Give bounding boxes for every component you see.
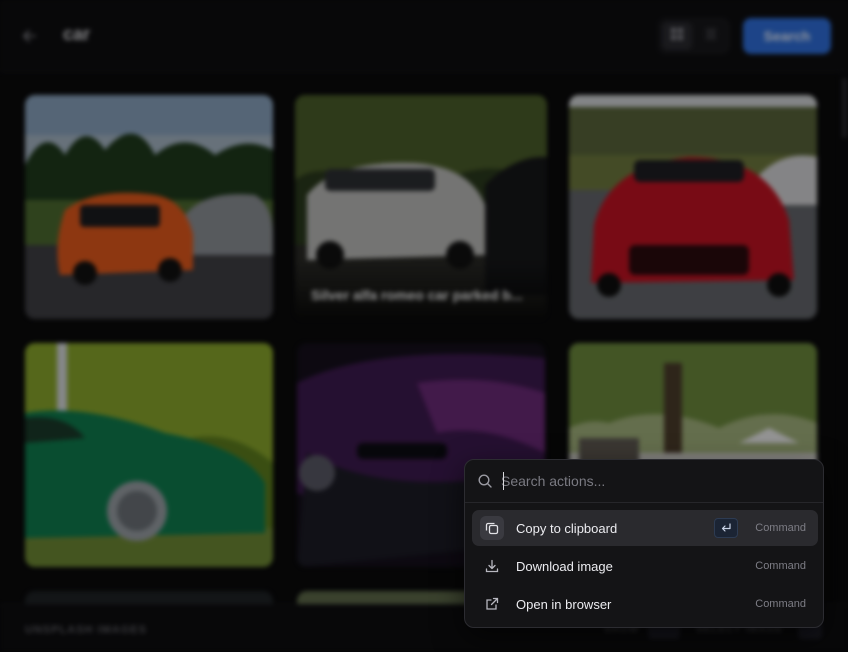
external-link-icon xyxy=(480,592,504,616)
action-open-in-browser[interactable]: Open in browser Command xyxy=(472,586,818,622)
search-actions-input[interactable] xyxy=(501,469,801,493)
copy-icon xyxy=(480,516,504,540)
text-caret xyxy=(503,472,504,490)
action-shortcut: Command xyxy=(755,560,806,572)
download-icon xyxy=(480,554,504,578)
action-label: Download image xyxy=(516,558,613,574)
enter-key-icon xyxy=(714,518,739,538)
app-window: car Search Silver alfa romeo car parked … xyxy=(0,0,848,652)
action-palette: Copy to clipboard Command Download image… xyxy=(464,459,824,628)
action-label: Copy to clipboard xyxy=(516,520,618,536)
search-icon xyxy=(477,473,493,489)
action-label: Open in browser xyxy=(516,596,612,612)
palette-search-bar xyxy=(465,460,823,503)
action-shortcut: Command xyxy=(755,522,806,534)
action-shortcut: Command xyxy=(755,598,806,610)
action-copy-to-clipboard[interactable]: Copy to clipboard Command xyxy=(472,510,818,546)
action-download-image[interactable]: Download image Command xyxy=(472,548,818,584)
